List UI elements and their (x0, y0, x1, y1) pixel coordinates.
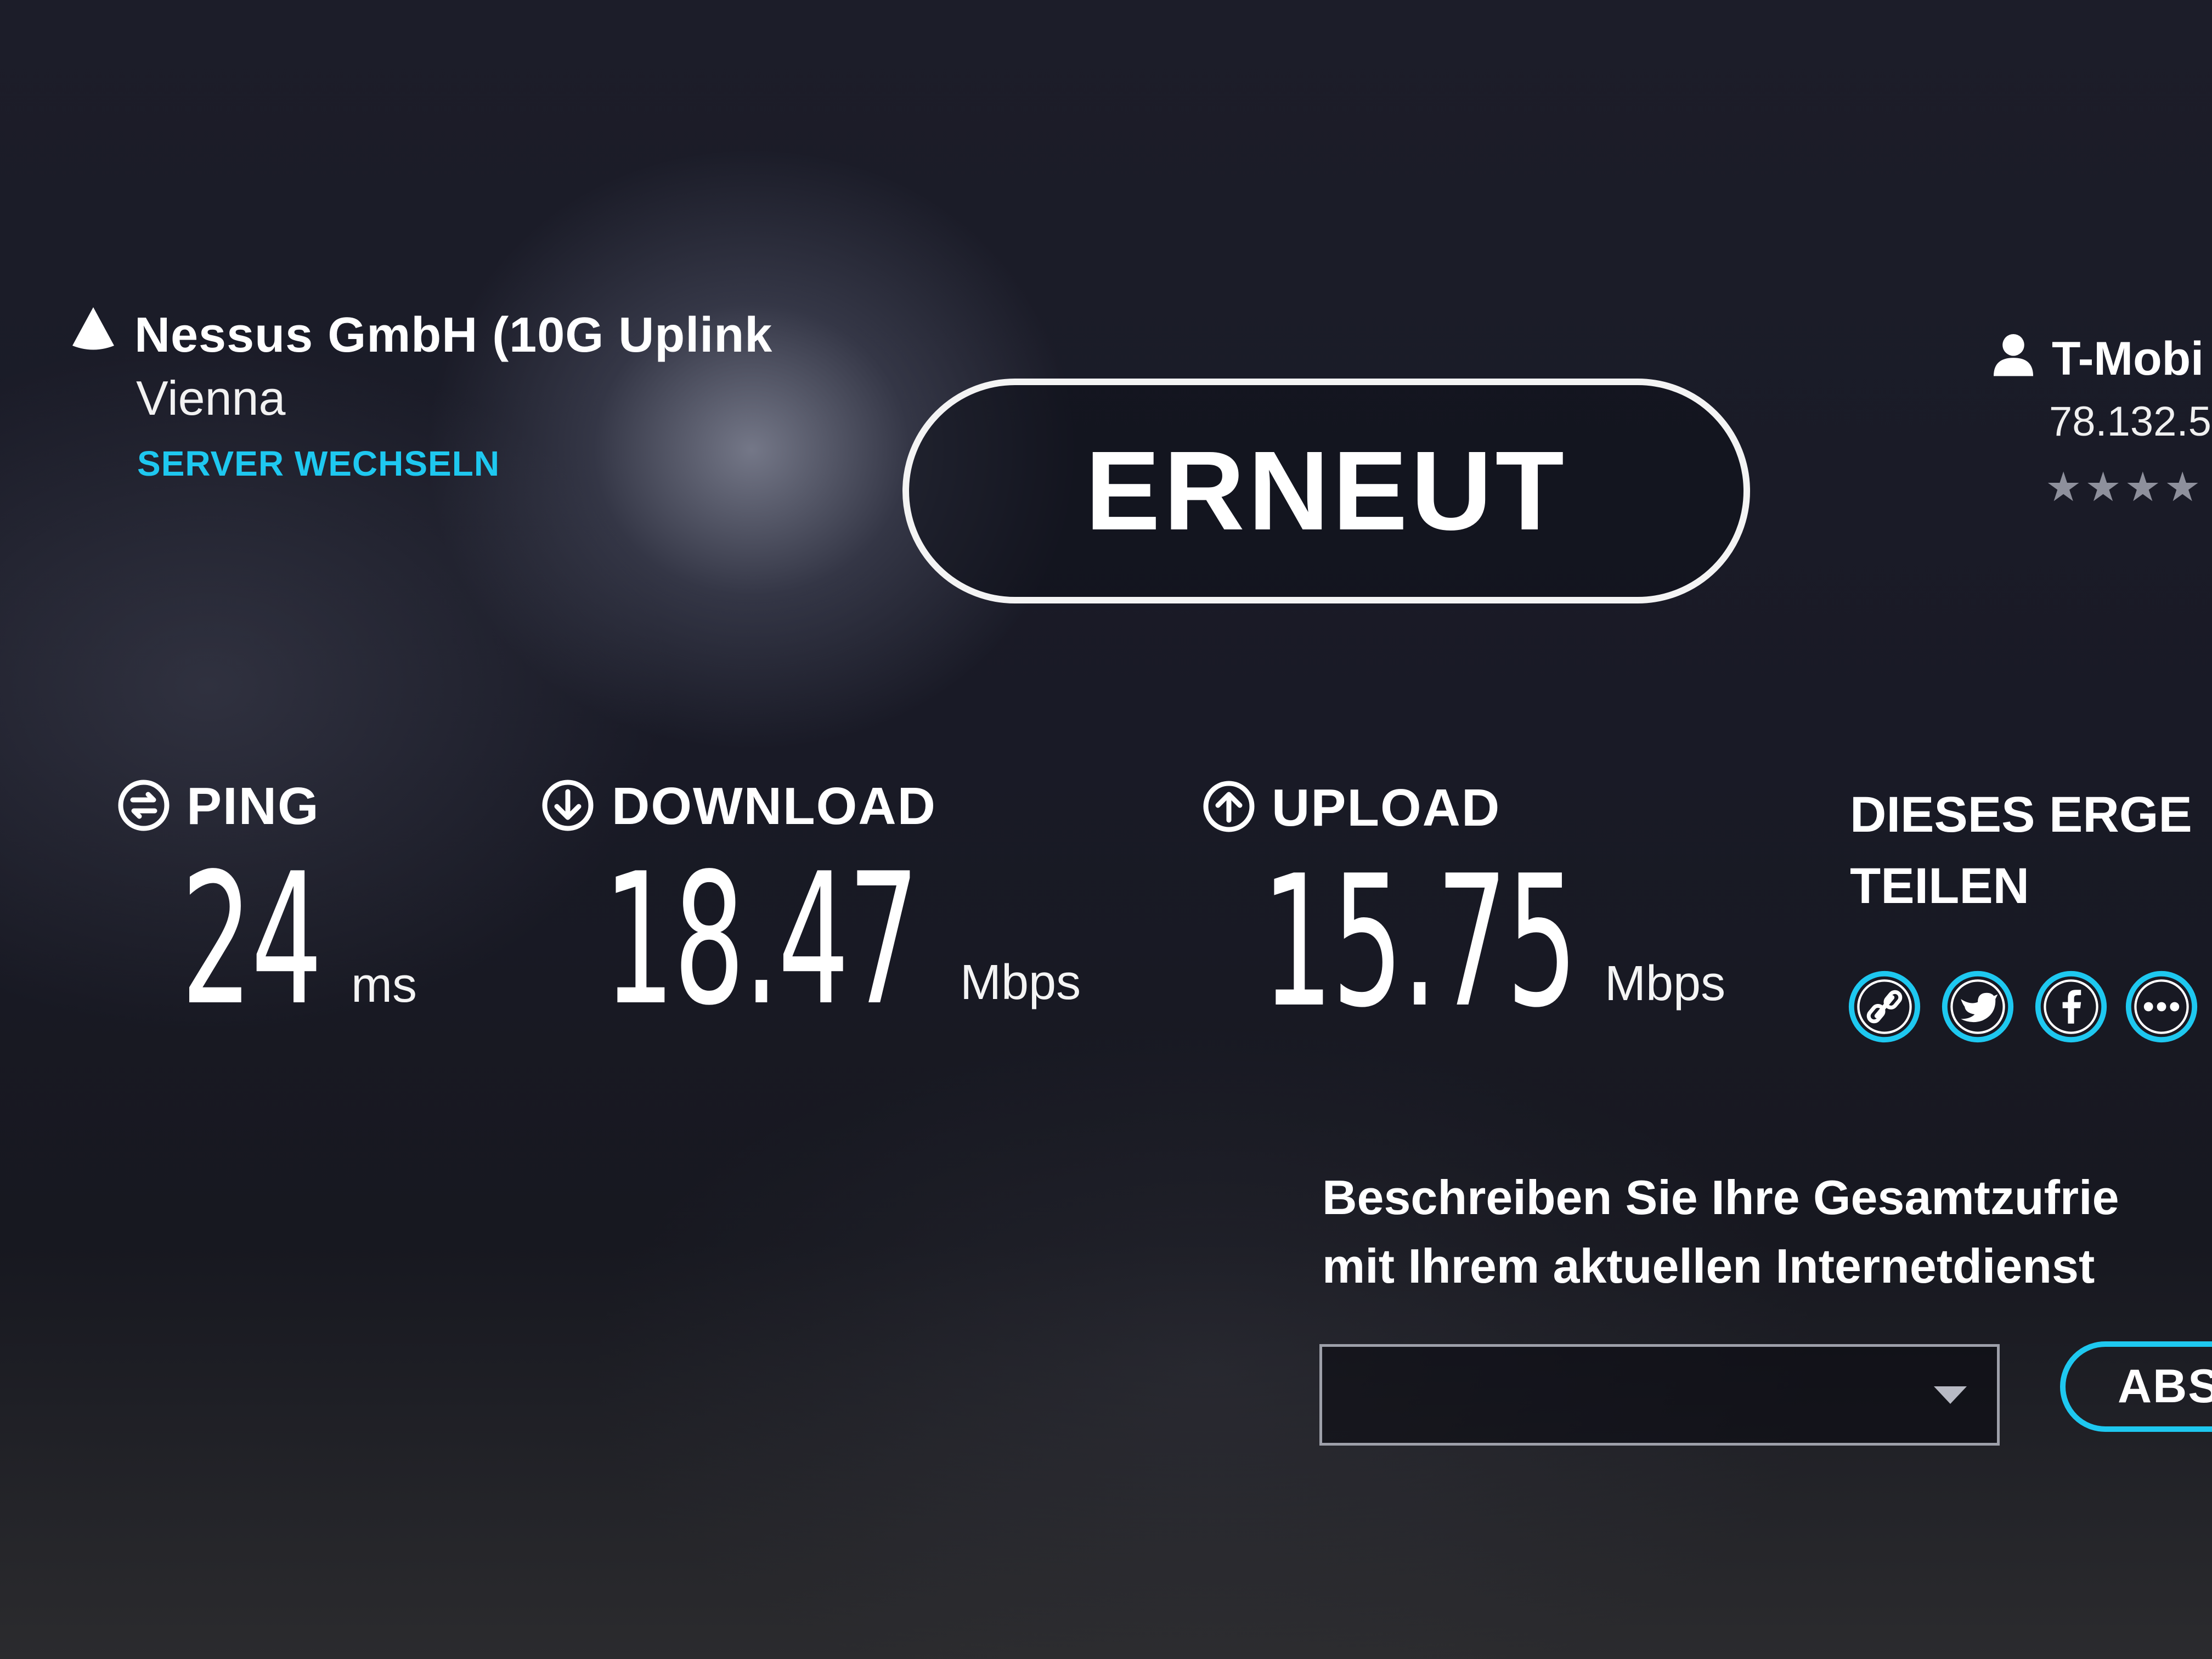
ping-label: PING (187, 777, 320, 836)
share-title-line1: DIESES ERGE (1850, 787, 2192, 843)
run-again-label: ERNEUT (1085, 428, 1567, 554)
server-city: Vienna (136, 371, 286, 425)
server-name: Nessus GmbH (10G Uplink (134, 308, 773, 363)
download-unit: Mbps (960, 955, 1081, 1010)
download-value: 18.47 (603, 834, 919, 1045)
download-label: DOWNLOAD (612, 777, 936, 836)
survey-question-line1: Beschreiben Sie Ihre Gesamtzufrie (1322, 1170, 2119, 1224)
survey-question: Beschreiben Sie Ihre Gesamtzufrie mit Ih… (1322, 1163, 2119, 1300)
satisfaction-select[interactable] (1319, 1344, 2000, 1446)
facebook-icon[interactable] (2033, 968, 2109, 1045)
provider-rating[interactable]: ★★★★ (2045, 464, 2204, 511)
upload-label: UPLOAD (1272, 778, 1501, 837)
provider-ip: 78.132.5 (2049, 398, 2211, 445)
run-again-button[interactable]: ERNEUT (902, 379, 1750, 603)
change-server-link[interactable]: SERVER WECHSELN (137, 443, 500, 484)
provider-name: T-Mobi (2052, 332, 2204, 385)
share-title: DIESES ERGE TEILEN (1850, 779, 2192, 922)
upload-value: 15.75 (1262, 837, 1578, 1047)
submit-button[interactable]: ABS (2060, 1341, 2212, 1432)
share-title-line2: TEILEN (1850, 858, 2030, 914)
server-icon (72, 307, 114, 350)
download-icon (542, 780, 594, 831)
ping-icon (118, 780, 170, 831)
upload-unit: Mbps (1605, 956, 1726, 1011)
user-icon (1994, 334, 2033, 376)
chevron-down-icon (1934, 1386, 1967, 1404)
ping-unit: ms (351, 958, 417, 1013)
ping-value: 24 (181, 834, 323, 1045)
link-icon[interactable] (1846, 968, 1923, 1045)
survey-question-line2: mit Ihrem aktuellen Internetdienst (1322, 1239, 2095, 1293)
upload-icon (1203, 781, 1255, 832)
more-icon[interactable] (2123, 968, 2200, 1045)
twitter-icon[interactable] (1939, 968, 2016, 1045)
